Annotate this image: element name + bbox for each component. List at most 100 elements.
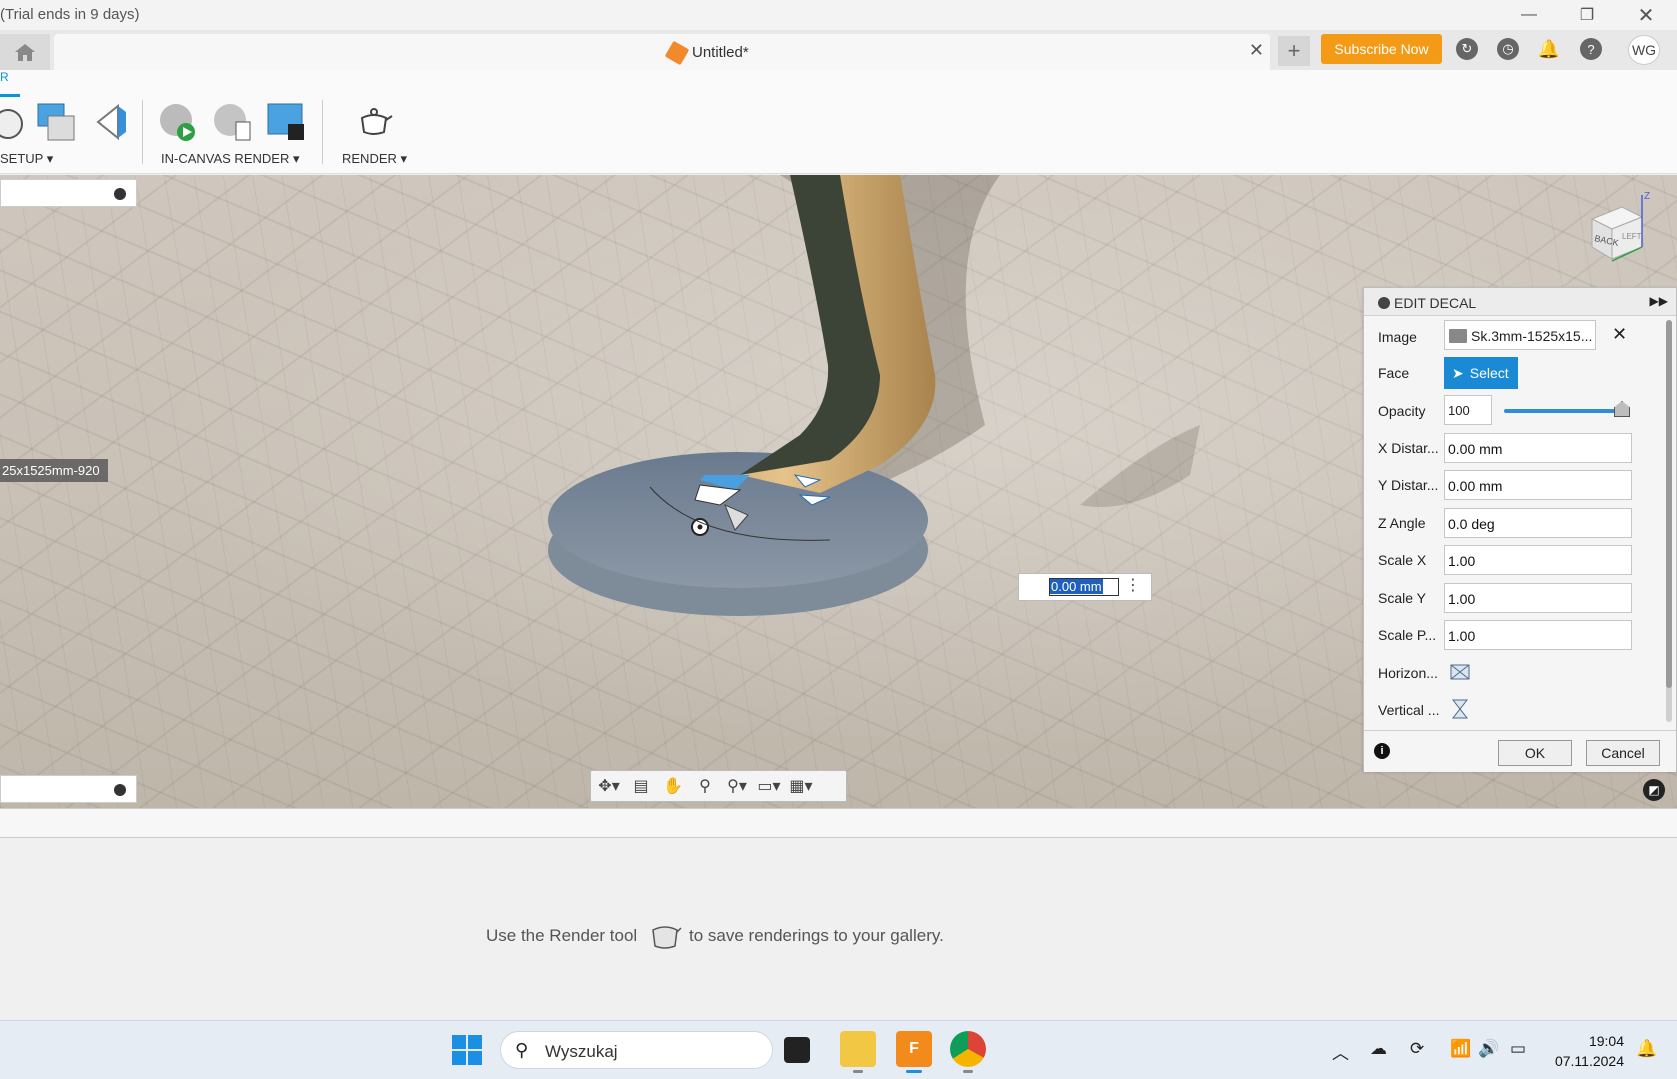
cursor-icon: ➤ — [1452, 364, 1464, 381]
expand-panel-icon[interactable]: ▶▶ — [1650, 294, 1668, 308]
render-teapot-icon — [652, 926, 682, 949]
start-button[interactable] — [452, 1035, 482, 1065]
image-selector[interactable]: Sk.3mm-1525x15... — [1444, 320, 1596, 350]
edit-decal-panel: EDIT DECAL ▶▶ Image Sk.3mm-1525x15... ✕ … — [1363, 287, 1677, 772]
job-status-icon[interactable]: ◷ — [1497, 38, 1519, 60]
fusion-app-icon[interactable]: F — [896, 1031, 932, 1073]
browser-panel[interactable] — [0, 179, 137, 207]
task-view-icon[interactable] — [784, 1037, 810, 1063]
help-icon[interactable]: ? — [1580, 38, 1602, 60]
z-angle-input[interactable]: 0.0 deg — [1444, 508, 1632, 538]
clear-image-icon[interactable]: ✕ — [1612, 324, 1627, 345]
face-label: Face — [1378, 365, 1410, 381]
pan-icon[interactable]: ✋ — [661, 776, 685, 796]
subscribe-button[interactable]: Subscribe Now — [1321, 34, 1442, 64]
in-canvas-render-menu[interactable]: IN-CANVAS RENDER ▾ — [161, 151, 299, 167]
panel-title: EDIT DECAL — [1394, 295, 1477, 311]
rendering-gallery: Use the Render tool to save renderings t… — [0, 838, 1677, 1020]
in-canvas-render-settings-icon[interactable] — [212, 102, 252, 142]
navigation-bar: ✥▾ ▤ ✋ ⚲ ⚲▾ ▭▾ ▦▾ — [590, 770, 847, 802]
horizontal-flip-icon[interactable] — [1450, 662, 1470, 682]
gallery-message-end: to save renderings to your gallery. — [689, 926, 944, 945]
dimension-input[interactable]: 0.00 mm ⋮ — [1018, 573, 1152, 601]
panel-header: EDIT DECAL ▶▶ — [1364, 288, 1676, 316]
document-tab[interactable]: Untitled* ✕ — [54, 34, 1270, 70]
show-hidden-icons[interactable]: ︿ — [1332, 1039, 1349, 1064]
panel-scrollbar[interactable] — [1666, 320, 1672, 722]
y-distance-input[interactable]: 0.00 mm — [1444, 470, 1632, 500]
extensions-icon[interactable]: ↻ — [1456, 38, 1478, 60]
trial-notice: (Trial ends in 9 days) — [0, 6, 140, 23]
chrome-icon[interactable] — [950, 1031, 986, 1073]
collapse-panel-icon[interactable] — [1378, 297, 1390, 309]
home-button[interactable] — [0, 34, 50, 70]
scale-y-input[interactable]: 1.00 — [1444, 583, 1632, 613]
sync-icon[interactable]: ⟳ — [1410, 1039, 1424, 1059]
cloud-off-icon[interactable]: ☁ — [1370, 1039, 1387, 1059]
collapse-icon[interactable] — [114, 188, 126, 200]
zoom-icon[interactable]: ⚲ — [693, 776, 717, 796]
folder-icon — [1449, 329, 1467, 343]
svg-text:Z: Z — [1644, 191, 1650, 202]
comments-panel[interactable] — [0, 775, 137, 803]
file-explorer-icon[interactable] — [840, 1031, 876, 1073]
opacity-slider[interactable] — [1504, 409, 1622, 413]
opacity-input[interactable]: 100 — [1444, 395, 1492, 425]
setup-menu[interactable]: SETUP ▾ — [0, 151, 53, 167]
vertical-flip-label: Vertical ... — [1378, 702, 1440, 718]
expand-icon[interactable] — [114, 784, 126, 796]
fit-icon[interactable]: ⚲▾ — [725, 776, 749, 796]
scene-settings-icon[interactable] — [0, 102, 28, 142]
info-icon[interactable]: i — [1374, 743, 1390, 759]
clock-time: 19:04 — [1588, 1033, 1624, 1049]
document-tab-bar: Untitled* ✕ + Subscribe Now ↻ ◷ 🔔 ? WG — [0, 30, 1677, 70]
scale-plane-input[interactable]: 1.00 — [1444, 620, 1632, 650]
ok-button[interactable]: OK — [1498, 740, 1572, 766]
scale-x-input[interactable]: 1.00 — [1444, 545, 1632, 575]
plus-icon: + — [1287, 38, 1301, 63]
y-distance-label: Y Distar... — [1378, 477, 1439, 493]
system-clock[interactable]: 19:04 07.11.2024 — [1548, 1031, 1624, 1071]
volume-icon[interactable]: 🔊 — [1478, 1039, 1499, 1059]
display-settings-icon[interactable]: ▭▾ — [757, 776, 781, 796]
viewcube[interactable]: BACK LEFT Z — [1582, 189, 1662, 269]
gallery-message-start: Use the Render tool — [486, 926, 638, 945]
vertical-flip-icon[interactable] — [1450, 699, 1470, 719]
z-angle-label: Z Angle — [1378, 515, 1426, 531]
taskbar-search[interactable]: ⚲ Wyszukaj — [500, 1031, 773, 1069]
close-tab-icon[interactable]: ✕ — [1249, 40, 1264, 61]
face-select-button[interactable]: ➤ Select — [1444, 357, 1518, 389]
look-at-icon[interactable]: ▤ — [629, 776, 653, 796]
opacity-slider-thumb[interactable] — [1614, 401, 1630, 417]
home-icon — [15, 44, 35, 61]
new-tab-button[interactable]: + — [1278, 36, 1310, 66]
notification-bell-icon[interactable]: 🔔 — [1636, 1039, 1657, 1059]
search-icon: ⚲ — [515, 1040, 529, 1060]
svg-text:LEFT: LEFT — [1622, 232, 1642, 241]
grid-settings-icon[interactable]: ▦▾ — [789, 776, 813, 796]
orbit-icon[interactable]: ✥▾ — [597, 776, 621, 796]
render-menu[interactable]: RENDER ▾ — [342, 151, 407, 167]
render-teapot-icon[interactable] — [354, 102, 394, 142]
view-icon[interactable]: ◩ — [1643, 779, 1665, 801]
environment-library-icon[interactable] — [36, 102, 76, 142]
user-avatar[interactable]: WG — [1628, 35, 1660, 65]
notifications-icon[interactable]: 🔔 — [1538, 38, 1560, 60]
capture-image-icon[interactable] — [266, 102, 306, 142]
restore-icon[interactable]: ❐ — [1576, 4, 1598, 26]
battery-icon[interactable]: ▭ — [1510, 1039, 1526, 1059]
rendering-gallery-bar — [0, 808, 1677, 838]
x-distance-input[interactable]: 0.00 mm — [1444, 433, 1632, 463]
clock-date: 07.11.2024 — [1554, 1053, 1624, 1069]
opacity-label: Opacity — [1378, 403, 1426, 419]
wifi-icon[interactable]: 📶 — [1450, 1039, 1471, 1059]
document-title: Untitled* — [692, 44, 749, 61]
more-options-icon[interactable]: ⋮ — [1125, 578, 1141, 594]
minimize-icon[interactable]: — — [1518, 4, 1540, 26]
cancel-button[interactable]: Cancel — [1586, 740, 1660, 766]
in-canvas-render-icon[interactable] — [158, 102, 198, 142]
close-window-icon[interactable]: ✕ — [1635, 4, 1657, 27]
dimension-value[interactable]: 0.00 mm — [1049, 578, 1119, 596]
active-workspace-tab[interactable]: R — [0, 70, 9, 84]
decal-icon[interactable] — [92, 102, 132, 142]
